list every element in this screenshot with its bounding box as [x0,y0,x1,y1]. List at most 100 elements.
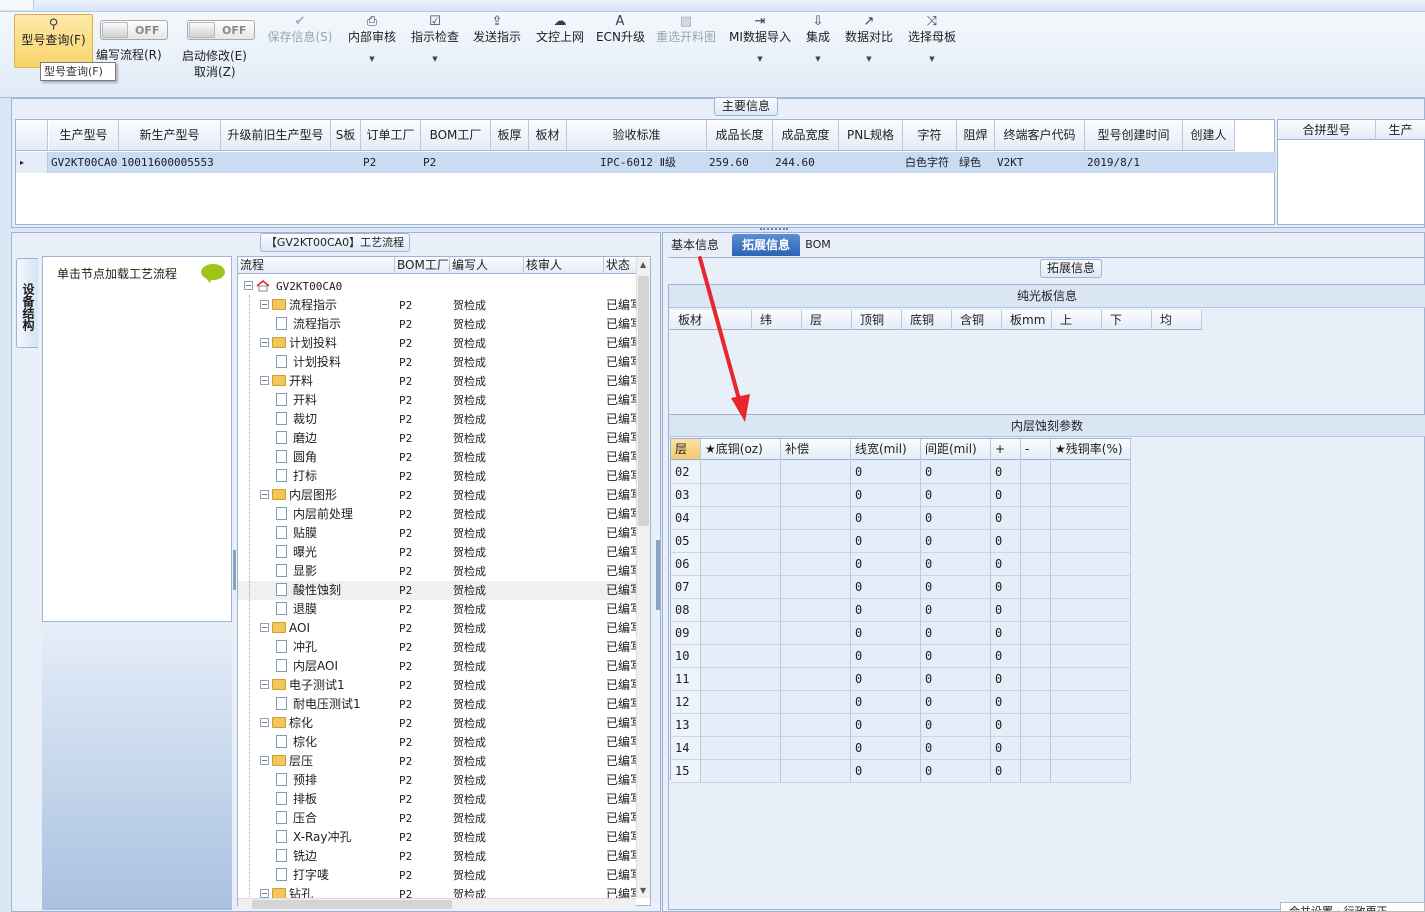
etch-cell[interactable]: 0 [991,576,1021,599]
etch-cell[interactable] [1021,484,1051,507]
etch-cell[interactable]: 09 [671,622,701,645]
etch-cell[interactable]: 0 [921,530,991,553]
etch-cell[interactable]: 0 [921,461,991,484]
collapse-icon[interactable]: − [260,680,269,689]
etch-cell[interactable] [701,484,781,507]
column-header[interactable]: 订单工厂 [361,120,421,151]
tree-node[interactable]: 曝光 P2 贺检成 已编写 [238,543,636,562]
collapse-icon[interactable]: − [260,300,269,309]
tree-node[interactable]: 内层前处理 P2 贺检成 已编写 [238,505,636,524]
tree-node[interactable]: − 电子测试1 P2 贺检成 已编写 [238,676,636,695]
collapse-icon[interactable]: − [260,718,269,727]
etch-cell[interactable] [1021,645,1051,668]
etch-cell[interactable] [1051,622,1131,645]
etch-cell[interactable]: 06 [671,553,701,576]
dropdown-arrow-icon[interactable]: ▼ [408,55,462,63]
etch-cell[interactable]: 0 [991,737,1021,760]
tree-horizontal-scrollbar[interactable] [238,898,636,910]
etch-cell[interactable] [1021,530,1051,553]
etch-cell[interactable] [1051,461,1131,484]
tree-node[interactable]: − 开料 P2 贺检成 已编写 [238,372,636,391]
etch-cell[interactable] [1051,507,1131,530]
bare-board-column[interactable]: 板mm [1002,310,1052,330]
tree-node[interactable]: 裁切 P2 贺检成 已编写 [238,410,636,429]
table-row[interactable]: 14 0 0 0 [671,737,1132,760]
tree-node[interactable]: 铣边 P2 贺检成 已编写 [238,847,636,866]
column-bom-factory[interactable]: BOM工厂 [395,257,450,274]
tree-node[interactable]: − 流程指示 P2 贺检成 已编写 [238,296,636,315]
tree-node[interactable]: − 层压 P2 贺检成 已编写 [238,752,636,771]
table-cell[interactable] [331,152,361,173]
etch-cell[interactable] [1051,553,1131,576]
internal-audit-button[interactable]: ⎙ 内部审核 ▼ [345,12,399,84]
table-cell[interactable]: IPC-6012 Ⅱ级 [567,152,707,173]
etch-cell[interactable]: 0 [921,668,991,691]
etch-cell[interactable] [701,737,781,760]
etch-cell[interactable]: 0 [851,576,921,599]
dropdown-arrow-icon[interactable]: ▼ [842,55,896,63]
table-cell[interactable]: P2 [361,152,421,173]
doc-control-online-button[interactable]: ☁ 文控上网 [533,12,587,84]
etch-cell[interactable]: 0 [851,645,921,668]
etch-cell[interactable]: 10 [671,645,701,668]
column-header[interactable]: 新生产型号 [119,120,221,151]
etch-cell[interactable] [701,760,781,783]
etch-cell[interactable]: 0 [921,691,991,714]
etch-cell[interactable] [701,461,781,484]
etch-cell[interactable]: 05 [671,530,701,553]
etch-cell[interactable]: 0 [991,622,1021,645]
etch-cell[interactable] [1051,691,1131,714]
etch-cell[interactable] [1051,760,1131,783]
etch-cell[interactable]: 12 [671,691,701,714]
send-instruction-button[interactable]: ⇪ 发送指示 [470,12,524,84]
tree-node[interactable]: 预排 P2 贺检成 已编写 [238,771,636,790]
dropdown-arrow-icon[interactable]: ▼ [727,55,793,63]
enable-edit-toggle[interactable]: OFF [187,20,255,40]
etch-cell[interactable] [781,553,851,576]
etch-cell[interactable] [781,576,851,599]
tree-node[interactable]: − 计划投料 P2 贺检成 已编写 [238,334,636,353]
etch-cell[interactable]: 0 [991,484,1021,507]
etch-cell[interactable] [781,760,851,783]
etch-cell[interactable]: 0 [851,461,921,484]
bare-board-column[interactable]: 下 [1102,310,1152,330]
etch-column[interactable]: ★底铜(oz) [701,439,781,460]
etch-cell[interactable] [701,553,781,576]
tree-node[interactable]: 显影 P2 贺检成 已编写 [238,562,636,581]
etch-column[interactable]: 补偿 [781,439,851,460]
tree-node[interactable]: − AOI P2 贺检成 已编写 [238,619,636,638]
tree-node[interactable]: − 内层图形 P2 贺检成 已编写 [238,486,636,505]
column-header[interactable]: 创建人 [1183,120,1235,151]
etch-cell[interactable]: 0 [851,484,921,507]
tree-node[interactable]: 开料 P2 贺检成 已编写 [238,391,636,410]
etch-cell[interactable] [781,530,851,553]
enable-edit-label[interactable]: 启动修改(E) [182,48,247,64]
etch-cell[interactable] [781,714,851,737]
collapse-icon[interactable]: − [260,889,269,898]
etch-cell[interactable] [1051,668,1131,691]
etch-cell[interactable] [781,622,851,645]
etch-cell[interactable] [1021,553,1051,576]
etch-cell[interactable]: 0 [921,622,991,645]
combine-model-column[interactable]: 合拼型号 [1278,120,1376,140]
etch-cell[interactable]: 0 [851,599,921,622]
etch-cell[interactable]: 0 [851,760,921,783]
etch-cell[interactable]: 0 [851,668,921,691]
tab-device-structure[interactable]: 设备结构 [16,258,38,348]
bare-board-column[interactable]: 均 [1152,310,1202,330]
etch-column[interactable]: + [991,439,1021,460]
data-compare-button[interactable]: ↗ 数据对比 ▼ [842,12,896,84]
table-row[interactable]: 03 0 0 0 [671,484,1132,507]
column-header[interactable]: S板 [331,120,361,151]
splitter-handle[interactable] [233,550,236,590]
column-header[interactable]: 生产型号 [49,120,119,151]
etch-cell[interactable]: 08 [671,599,701,622]
etch-cell[interactable]: 0 [991,507,1021,530]
etch-cell[interactable]: 03 [671,484,701,507]
etch-cell[interactable]: 0 [921,599,991,622]
etch-column[interactable]: 层 [671,439,701,460]
etch-cell[interactable]: 13 [671,714,701,737]
tree-node[interactable]: 贴膜 P2 贺检成 已编写 [238,524,636,543]
table-row[interactable]: 15 0 0 0 [671,760,1132,783]
etch-cell[interactable]: 0 [921,484,991,507]
